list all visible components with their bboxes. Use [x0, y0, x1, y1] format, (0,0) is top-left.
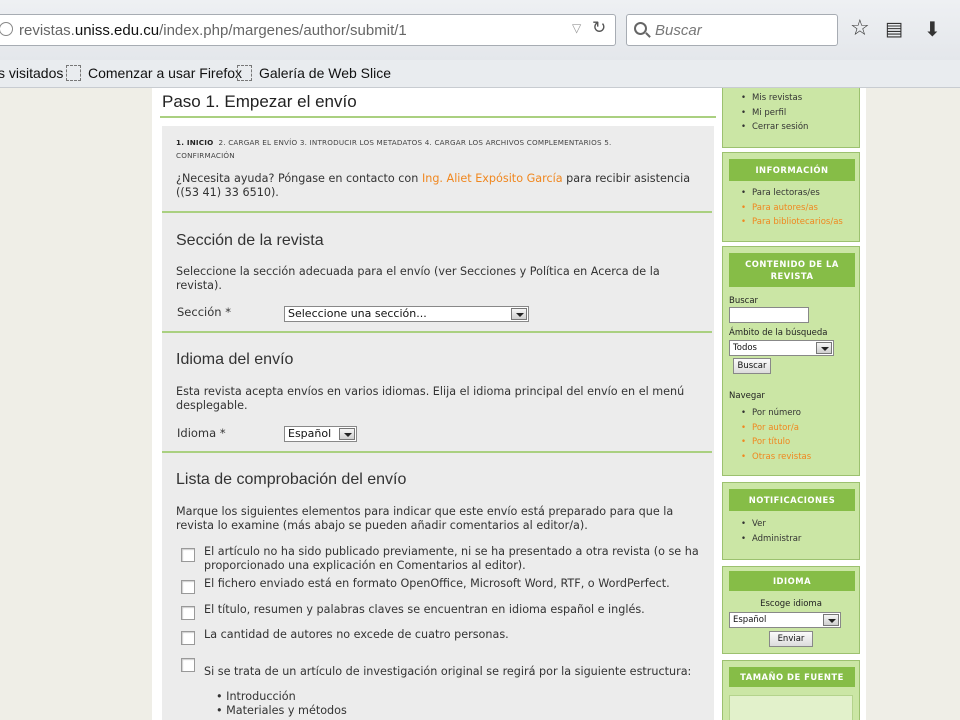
info-title: INFORMACIÓN [729, 159, 855, 181]
scope-select[interactable]: Todos [729, 340, 834, 356]
checklist-item-1: El artículo no ha sido publicado previam… [204, 545, 699, 572]
section-select[interactable]: Seleccione una sección... [284, 306, 529, 322]
browse-links: Por número Por autor/a Por título Otras … [723, 406, 811, 464]
sidebar-item-view[interactable]: Ver [723, 517, 801, 532]
search-icon [634, 22, 647, 35]
checklist-checkbox-4[interactable] [181, 631, 195, 645]
search-button[interactable]: Buscar [733, 358, 771, 374]
sidebar-language-select[interactable]: Español [729, 612, 841, 628]
sidebar-item-authors[interactable]: Para autores/as [723, 201, 843, 216]
font-size-title: TAMAÑO DE FUENTE [729, 667, 855, 687]
language-label: Idioma * [177, 426, 226, 440]
help-text: ¿Necesita ayuda? Póngase en contacto con… [176, 172, 691, 199]
scope-label: Ámbito de la búsqueda [729, 328, 828, 338]
reload-icon[interactable]: ↻ [592, 18, 606, 38]
language-title: IDIOMA [729, 571, 855, 591]
reading-list-icon[interactable]: ▤ [885, 16, 903, 42]
step-confirm[interactable]: Confirmación [176, 151, 235, 160]
sidebar-item-by-author[interactable]: Por autor/a [723, 421, 811, 436]
sidebar-language-block: IDIOMA Escoge idioma Español Enviar [722, 566, 860, 654]
checklist-item-3: El título, resumen y palabras claves se … [204, 603, 645, 616]
bookmark-most-visited[interactable]: s visitados [0, 65, 63, 81]
sidebar-item-my-journals[interactable]: Mis revistas [723, 91, 808, 106]
checklist-item-4: La cantidad de autores no excede de cuat… [204, 628, 509, 641]
sidebar-item-manage[interactable]: Administrar [723, 532, 801, 547]
chevron-down-icon [816, 342, 832, 354]
sidebar-content-block: CONTENIDO DE LA REVISTA Buscar Ámbito de … [722, 246, 860, 476]
language-heading: Idioma del envío [176, 351, 294, 368]
sidebar-item-logout[interactable]: Cerrar sesión [723, 120, 808, 135]
list-item: • Introducción [216, 690, 296, 703]
info-links: Para lectoras/es Para autores/as Para bi… [723, 186, 843, 230]
browser-toolbar: revistas.uniss.edu.cu/index.php/margenes… [0, 0, 960, 60]
sidebar-item-readers[interactable]: Para lectoras/es [723, 186, 843, 201]
sidebar-notifications-block: NOTIFICACIONES Ver Administrar [722, 482, 860, 560]
checklist-item-5: Si se trata de un artículo de investigac… [204, 665, 692, 678]
sidebar-user-block: Mis revistas Mi perfil Cerrar sesión [722, 88, 860, 148]
browse-label: Navegar [729, 391, 765, 401]
list-item: • Materiales y métodos [216, 704, 347, 717]
bookmark-star-icon[interactable]: ☆ [850, 16, 870, 42]
sidebar-item-by-issue[interactable]: Por número [723, 406, 811, 421]
journal-search-input[interactable] [729, 307, 809, 323]
url-dropdown-icon[interactable]: ▽ [572, 21, 581, 35]
bookmark-web-slice[interactable]: Galería de Web Slice [237, 65, 391, 81]
send-language-button[interactable]: Enviar [769, 631, 813, 647]
chevron-down-icon [823, 614, 839, 626]
sidebar-font-size-block: TAMAÑO DE FUENTE [722, 660, 860, 720]
notifications-title: NOTIFICACIONES [729, 489, 855, 511]
contact-link[interactable]: Ing. Aliet Expósito García [422, 172, 563, 185]
checklist-item-2: El fichero enviado está en formato OpenO… [204, 577, 670, 590]
sidebar-info-block: INFORMACIÓN Para lectoras/es Para autore… [722, 152, 860, 242]
checklist-checkbox-1[interactable] [181, 548, 195, 562]
chevron-down-icon [339, 428, 355, 440]
bookmark-page-icon [237, 65, 252, 81]
search-label: Buscar [729, 296, 759, 306]
url-text[interactable]: revistas.uniss.edu.cu/index.php/margenes… [19, 22, 407, 39]
sidebar-item-by-title[interactable]: Por título [723, 435, 811, 450]
search-placeholder: Buscar [655, 22, 702, 39]
sidebar-item-librarians[interactable]: Para bibliotecarios/as [723, 215, 843, 230]
section-heading: Sección de la revista [176, 232, 324, 249]
step-rest[interactable]: 2. Cargar el envío 3. Introducir los met… [218, 138, 611, 147]
divider [162, 211, 712, 213]
choose-language-label: Escoge idioma [760, 599, 822, 609]
checklist-heading: Lista de comprobación del envío [176, 471, 407, 488]
divider [162, 451, 712, 453]
bookmarks-bar: s visitados Comenzar a usar Firefox Gale… [0, 60, 960, 88]
sidebar-item-my-profile[interactable]: Mi perfil [723, 106, 808, 121]
search-input[interactable]: Buscar [626, 14, 838, 46]
checklist-intro: Marque los siguientes elementos para ind… [176, 505, 674, 532]
site-identity-icon[interactable] [0, 22, 13, 36]
language-select[interactable]: Español [284, 426, 357, 442]
chevron-down-icon [511, 308, 527, 320]
divider [162, 331, 712, 333]
url-bar[interactable]: revistas.uniss.edu.cu/index.php/margenes… [0, 14, 616, 46]
sidebar-item-other-journals[interactable]: Otras revistas [723, 450, 811, 465]
section-text: Seleccione la sección adecuada para el e… [176, 265, 660, 292]
divider [160, 116, 716, 118]
section-label: Sección * [177, 305, 231, 319]
user-links: Mis revistas Mi perfil Cerrar sesión [723, 91, 808, 135]
content-title: CONTENIDO DE LA REVISTA [729, 253, 855, 287]
checklist-checkbox-5[interactable] [181, 658, 195, 672]
bookmark-page-icon [66, 65, 81, 81]
notification-links: Ver Administrar [723, 517, 801, 546]
download-icon[interactable]: ⬇ [924, 16, 941, 42]
structure-list: • Introducción • Materiales y métodos [216, 690, 347, 718]
checklist-checkbox-2[interactable] [181, 580, 195, 594]
bookmark-firefox[interactable]: Comenzar a usar Firefox [66, 65, 242, 81]
language-text: Esta revista acepta envíos en varios idi… [176, 385, 685, 412]
font-size-controls[interactable] [729, 695, 853, 720]
page-title: Paso 1. Empezar el envío [162, 92, 357, 111]
checklist-checkbox-3[interactable] [181, 606, 195, 620]
step-breadcrumb: 1. Inicio 2. Cargar el envío 3. Introduc… [176, 136, 696, 162]
step-current: 1. Inicio [176, 138, 214, 147]
about-link[interactable]: Acerca de la [591, 265, 660, 278]
